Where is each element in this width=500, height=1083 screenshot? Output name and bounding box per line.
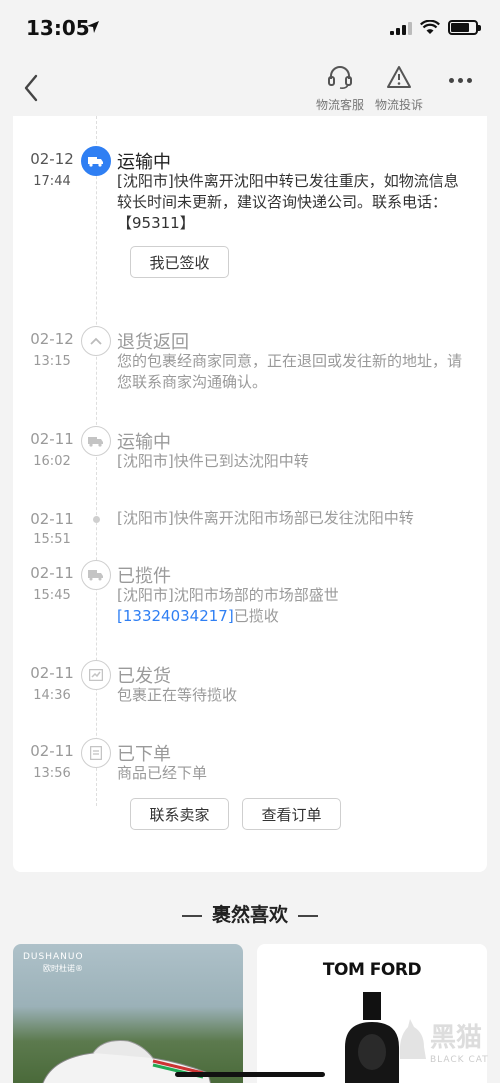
entry-date: 02-11 — [30, 742, 74, 760]
cat-icon — [399, 1019, 426, 1059]
truck-icon — [81, 146, 111, 176]
entry-desc: 您的包裹经商家同意，正在退回或发往新的地址，请您联系商家沟通确认。 — [117, 352, 463, 391]
entry-date: 02-11 — [30, 510, 74, 528]
shoe-image — [42, 1040, 212, 1083]
logistics-card: 02-12 17:44 运输中 [沈阳市]快件离开沈阳中转已发往重庆，如物流信息… — [13, 116, 487, 872]
status-icons — [390, 20, 481, 35]
entry-date: 02-12 — [30, 330, 74, 348]
timeline-line — [96, 116, 97, 806]
recommend-title: 裹然喜欢 — [0, 900, 500, 927]
more-icon[interactable] — [449, 78, 472, 83]
entry-desc: [沈阳市]快件离开沈阳市场部已发往沈阳中转 — [117, 509, 414, 527]
entry-desc: 包裹正在等待揽收 — [117, 686, 238, 704]
header: 物流客服 物流投诉 — [0, 60, 500, 116]
entry-desc-prefix: [沈阳市]沈阳市场部的市场部盛世 — [117, 586, 339, 604]
watermark-logo: 黑猫 BLACK CAT — [396, 1011, 492, 1073]
status-bar: 13:05 — [0, 0, 500, 60]
location-arrow-icon — [87, 21, 99, 33]
entry-date: 02-11 — [30, 430, 74, 448]
shipped-icon — [81, 660, 111, 690]
entry-time: 15:45 — [33, 588, 71, 603]
signal-icon — [390, 21, 412, 35]
logistics-complaint-button[interactable]: 物流投诉 — [371, 64, 427, 113]
truck-icon — [81, 426, 111, 456]
product-card-shoe[interactable]: DUSHANUO 欧时杜诺® — [13, 944, 243, 1083]
logistics-service-button[interactable]: 物流客服 — [312, 64, 368, 113]
entry-date: 02-12 — [30, 150, 74, 168]
entry-time: 13:56 — [33, 766, 71, 781]
entry-desc-suffix: 已揽收 — [233, 607, 279, 625]
product-brand-logo: TOM FORD — [322, 960, 422, 980]
logistics-complaint-label: 物流投诉 — [374, 98, 423, 112]
signed-button[interactable]: 我已签收 — [130, 246, 229, 278]
home-indicator — [175, 1072, 325, 1077]
courier-phone-link[interactable]: [13324034217] — [117, 607, 234, 625]
headset-icon — [328, 66, 352, 89]
watermark-cn: 黑猫 — [430, 1023, 483, 1053]
entry-time: 13:15 — [33, 354, 71, 369]
product-brand-logo: DUSHANUO — [23, 952, 84, 962]
view-order-button[interactable]: 查看订单 — [242, 798, 341, 830]
entry-date: 02-11 — [30, 564, 74, 582]
product-brand-cn: 欧时杜诺® — [43, 964, 83, 973]
chevron-up-icon — [81, 326, 111, 356]
watermark-en: BLACK CAT — [430, 1055, 489, 1065]
entry-time: 16:02 — [33, 454, 71, 469]
wifi-icon — [420, 20, 440, 34]
battery-icon — [448, 20, 481, 35]
contact-seller-button[interactable]: 联系卖家 — [130, 798, 229, 830]
entry-desc: [沈阳市]沈阳市场部的市场部盛世 [13324034217]已揽收 — [117, 585, 469, 627]
entry-desc: [沈阳市]快件离开沈阳中转已发往重庆，如物流信息较长时间未更新，建议咨询快递公司… — [117, 172, 459, 232]
entry-time: 15:51 — [33, 532, 71, 547]
logistics-service-label: 物流客服 — [315, 98, 364, 112]
back-icon[interactable] — [16, 70, 48, 106]
pickup-icon — [81, 560, 111, 590]
entry-desc: [沈阳市]快件已到达沈阳中转 — [117, 452, 309, 470]
entry-time: 17:44 — [33, 174, 71, 189]
recommend-title-text: 裹然喜欢 — [211, 904, 288, 926]
warning-icon — [387, 66, 411, 88]
entry-desc: 商品已经下单 — [117, 764, 208, 782]
entry-time: 14:36 — [33, 688, 71, 703]
status-time: 13:05 — [26, 16, 90, 40]
order-icon — [81, 738, 111, 768]
entry-date: 02-11 — [30, 664, 74, 682]
timeline-dot — [93, 516, 100, 523]
